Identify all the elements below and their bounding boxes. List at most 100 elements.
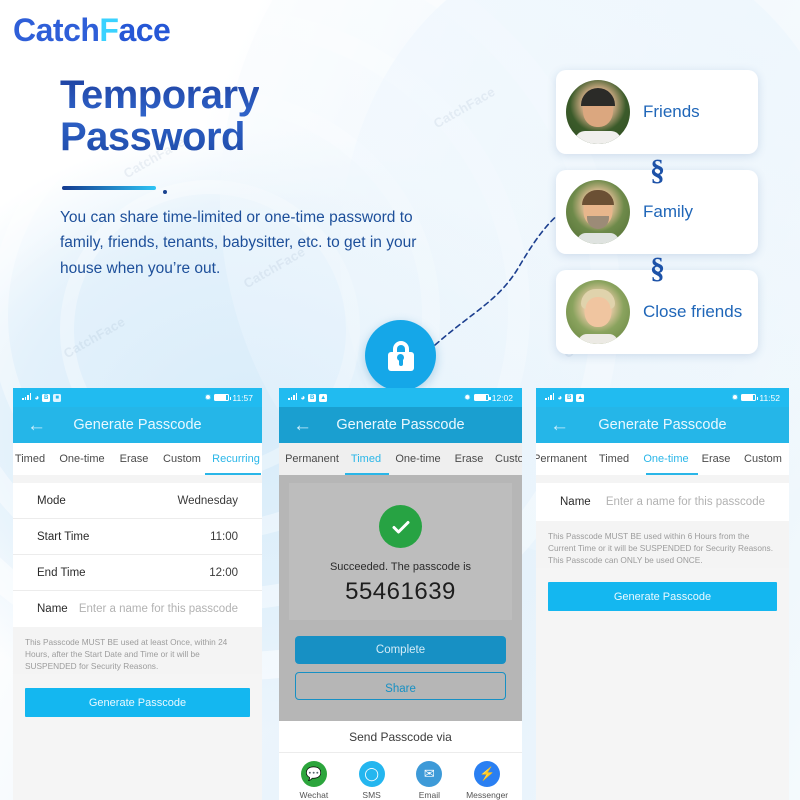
name-input-placeholder[interactable]: Enter a name for this passcode	[606, 496, 765, 508]
row-label: Name	[560, 496, 591, 508]
back-arrow-icon[interactable]: ←	[27, 416, 46, 435]
poster-canvas: CatchFace CatchFace CatchFace CatchFace …	[0, 0, 800, 800]
tab-timed[interactable]: Timed	[13, 453, 53, 465]
person-card-label: Friends	[643, 101, 700, 121]
tab-active-indicator	[646, 472, 698, 475]
signal-bars-icon	[22, 393, 32, 402]
tab-permanent[interactable]: Permanent	[281, 453, 343, 465]
status-bar: ◕ B ▲ ✹ 11:52	[536, 388, 789, 407]
person-card-friends[interactable]: Friends	[556, 70, 758, 154]
share-sheet: Send Passcode via 💬 Wechat ◯ SMS ✉ Email…	[279, 721, 522, 800]
sms-icon: ◯	[358, 761, 385, 787]
share-option-sms[interactable]: ◯ SMS	[348, 761, 396, 800]
generate-passcode-button[interactable]: Generate Passcode	[25, 688, 250, 718]
app-icon: ■	[53, 393, 62, 402]
brand-logo-part2: F	[99, 12, 119, 48]
status-bar: ◕ B ▲ ✹ 12:02	[279, 388, 522, 407]
brand-logo-part1: Catch	[13, 12, 100, 48]
battery-icon	[741, 393, 759, 402]
tab-custom[interactable]: Custom	[491, 453, 522, 465]
security-note: This Passcode MUST BE used within 6 Hour…	[536, 521, 789, 569]
share-icon-list: 💬 Wechat ◯ SMS ✉ Email ⚡ Messenger	[279, 753, 522, 800]
section-gap	[536, 475, 789, 483]
bluetooth-icon: B	[565, 393, 574, 402]
signal-bars-icon	[545, 393, 555, 402]
share-button[interactable]: Share	[295, 672, 506, 700]
email-icon: ✉	[416, 761, 443, 787]
tab-one-time[interactable]: One-time	[53, 453, 111, 465]
tab-erase[interactable]: Erase	[447, 453, 491, 465]
table-row[interactable]: Mode Wednesday	[13, 483, 262, 519]
tab-active-indicator	[345, 472, 389, 475]
tab-timed[interactable]: Timed	[590, 453, 638, 465]
name-field-row[interactable]: Name Enter a name for this passcode	[13, 591, 262, 627]
app-bar: ← Generate Passcode	[536, 407, 789, 443]
status-time: 11:52	[759, 392, 780, 403]
tab-bar: Permanent Timed One-time Erase Custom	[536, 443, 789, 475]
passcode-value: 55461639	[345, 578, 456, 605]
tab-one-time[interactable]: One-time	[389, 453, 447, 465]
name-field-row[interactable]: Name Enter a name for this passcode	[536, 483, 789, 521]
tab-timed[interactable]: Timed	[343, 453, 389, 465]
title-underline	[62, 186, 156, 190]
status-bar: ◕ B ■ ✹ 11:57	[13, 388, 262, 407]
row-value: 11:00	[210, 530, 238, 543]
name-input-placeholder[interactable]: Enter a name for this passcode	[79, 603, 238, 615]
bluetooth-icon: ✹	[464, 392, 471, 402]
lock-icon	[387, 340, 414, 371]
generate-passcode-button[interactable]: Generate Passcode	[548, 582, 777, 612]
status-time: 12:02	[491, 392, 513, 403]
person-card-label: Close friends	[643, 301, 743, 321]
bluetooth-icon: B	[42, 393, 51, 402]
bluetooth-icon: B	[308, 393, 317, 402]
brand-logo-part3: ace	[118, 12, 171, 48]
avatar	[566, 80, 630, 144]
tab-custom[interactable]: Custom	[157, 453, 207, 465]
phone-screenshot-result: ◕ B ▲ ✹ 12:02 ← Generate Passcode Perman…	[279, 388, 522, 800]
app-bar-title: Generate Passcode	[336, 417, 465, 433]
wifi-icon: ◕	[34, 392, 40, 402]
share-option-label: Email	[418, 790, 440, 800]
table-row[interactable]: Start Time 11:00	[13, 519, 262, 555]
complete-button[interactable]: Complete	[295, 636, 506, 664]
tab-recurring[interactable]: Recurring	[207, 453, 262, 465]
tab-bar: Timed One-time Erase Custom Recurring	[13, 443, 262, 475]
shield-icon: ▲	[319, 393, 328, 402]
title-underline-dot	[163, 190, 167, 194]
tab-erase[interactable]: Erase	[694, 453, 738, 465]
success-check-icon	[379, 505, 422, 548]
row-value: 12:00	[209, 566, 238, 579]
row-label: Name	[37, 603, 68, 615]
row-label: Mode	[37, 494, 66, 507]
page-title-line2: Password	[60, 115, 245, 160]
status-time: 11:57	[232, 392, 253, 403]
app-bar-title: Generate Passcode	[73, 417, 202, 433]
bluetooth-icon: ✹	[204, 392, 212, 402]
messenger-icon: ⚡	[474, 761, 501, 787]
battery-icon	[473, 393, 491, 402]
app-bar: ← Generate Passcode	[279, 407, 522, 443]
bluetooth-icon: ✹	[731, 392, 739, 402]
share-option-email[interactable]: ✉ Email	[405, 761, 453, 800]
row-value: Wednesday	[177, 494, 238, 507]
result-panel: Succeeded. The passcode is 55461639	[289, 483, 512, 620]
signal-bars-icon	[288, 393, 298, 402]
app-bar: ← Generate Passcode	[13, 407, 262, 443]
lock-badge	[365, 320, 436, 391]
tab-one-time[interactable]: One-time	[638, 453, 694, 465]
table-row[interactable]: End Time 12:00	[13, 555, 262, 591]
row-label: Start Time	[37, 530, 90, 543]
back-arrow-icon[interactable]: ←	[550, 416, 569, 435]
app-bar-title: Generate Passcode	[598, 417, 727, 433]
tab-erase[interactable]: Erase	[111, 453, 157, 465]
phone-screenshot-one-time: ◕ B ▲ ✹ 11:52 ← Generate Passcode Perman…	[536, 388, 789, 800]
tab-permanent[interactable]: Permanent	[536, 453, 590, 465]
section-gap	[13, 475, 262, 483]
share-sheet-title: Send Passcode via	[279, 730, 522, 753]
share-option-messenger[interactable]: ⚡ Messenger	[463, 761, 511, 800]
wifi-icon: ◕	[557, 392, 563, 402]
share-option-wechat[interactable]: 💬 Wechat	[290, 761, 338, 800]
back-arrow-icon[interactable]: ←	[293, 416, 312, 435]
shield-icon: ▲	[576, 393, 585, 402]
tab-custom[interactable]: Custom	[738, 453, 788, 465]
